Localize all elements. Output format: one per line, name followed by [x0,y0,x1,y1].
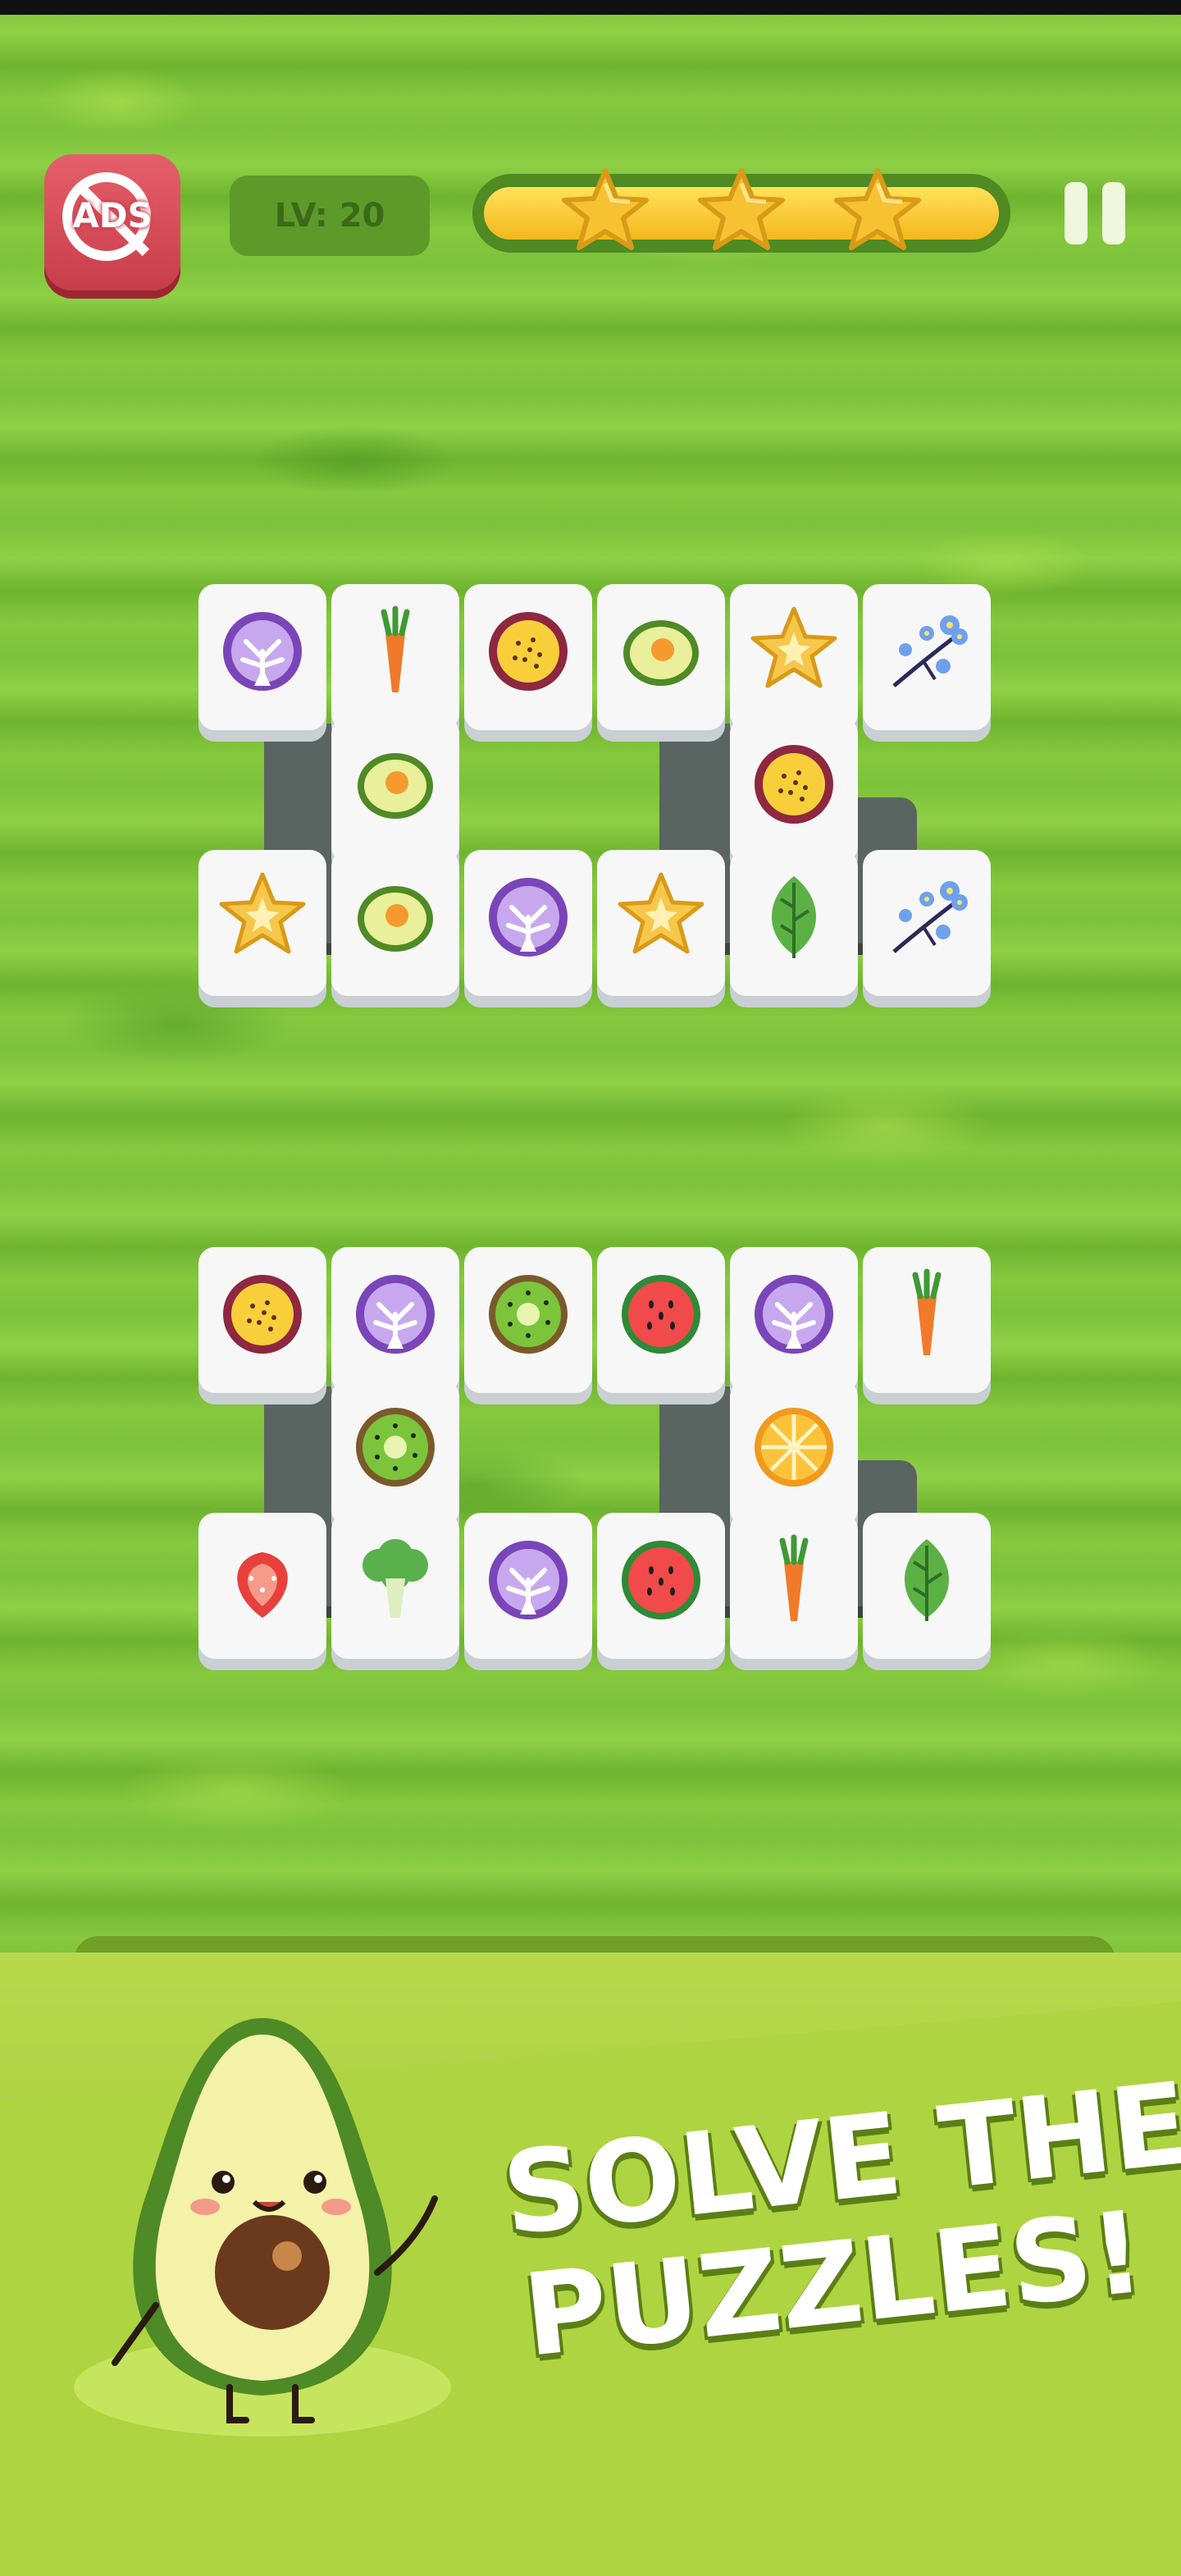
broccoli-icon [363,1539,428,1618]
flower-icon [892,615,968,687]
tile-passion-fruit[interactable] [464,584,592,730]
avocado-icon [358,886,433,952]
tile-avocado[interactable] [331,717,459,863]
strawberry-icon [237,1552,288,1618]
cabbage-icon [489,1541,568,1619]
watermelon-icon [622,1541,700,1619]
tile-broccoli[interactable] [331,1513,459,1659]
kiwi-icon [356,1408,435,1487]
cabbage-icon [489,878,568,957]
tile-carrot[interactable] [863,1247,991,1393]
tile-starfruit[interactable] [730,584,858,730]
pause-icon [1065,182,1088,244]
status-bar [0,0,1181,15]
level-indicator: LV: 20 [230,176,430,256]
tile-watermelon[interactable] [597,1247,725,1393]
tile-leaf[interactable] [730,850,858,996]
remove-ads-button[interactable]: ADS [44,154,180,290]
tile-kiwi[interactable] [464,1247,592,1393]
ads-label: ADS [72,195,153,235]
tile-avocado[interactable] [331,850,459,996]
cabbage-icon [755,1275,833,1354]
flower-icon [892,881,968,953]
cabbage-icon [223,612,302,691]
tile-leaf[interactable] [863,1513,991,1659]
passion-fruit-icon [489,612,568,691]
tile-strawberry[interactable] [198,1513,326,1659]
carrot-icon [779,1534,809,1621]
tile-passion-fruit[interactable] [198,1247,326,1393]
avocado-icon [358,753,433,819]
tile-carrot[interactable] [331,584,459,730]
watermelon-icon [622,1275,700,1354]
star-icon [698,168,785,250]
kiwi-icon [489,1275,568,1354]
star-icon [834,168,921,250]
carrot-icon [912,1268,942,1355]
passion-fruit-icon [223,1275,302,1354]
tile-flower[interactable] [863,584,991,730]
leaf-icon [772,876,816,958]
avocado-icon [623,620,699,686]
tile-cabbage[interactable] [198,584,326,730]
tile-cabbage[interactable] [464,1513,592,1659]
starfruit-icon [219,872,306,954]
star-icon [562,168,649,250]
tile-cabbage[interactable] [464,850,592,996]
passion-fruit-icon [755,745,833,824]
avocado-mascot-icon [74,2018,451,2437]
orange-icon [755,1408,833,1487]
leaf-icon [905,1539,949,1621]
carrot-icon [381,605,410,692]
tile-cabbage[interactable] [331,1247,459,1393]
tile-starfruit[interactable] [597,850,725,996]
starfruit-icon [618,872,704,954]
tile-cabbage[interactable] [730,1247,858,1393]
tile-kiwi[interactable] [331,1380,459,1526]
tile-passion-fruit[interactable] [730,717,858,863]
tile-flower[interactable] [863,850,991,996]
tile-avocado[interactable] [597,584,725,730]
tile-starfruit[interactable] [198,850,326,996]
starfruit-icon [750,606,837,688]
cabbage-icon [356,1275,435,1354]
tile-carrot[interactable] [730,1513,858,1659]
pause-button[interactable] [1065,182,1130,244]
tile-watermelon[interactable] [597,1513,725,1659]
tile-orange[interactable] [730,1380,858,1526]
